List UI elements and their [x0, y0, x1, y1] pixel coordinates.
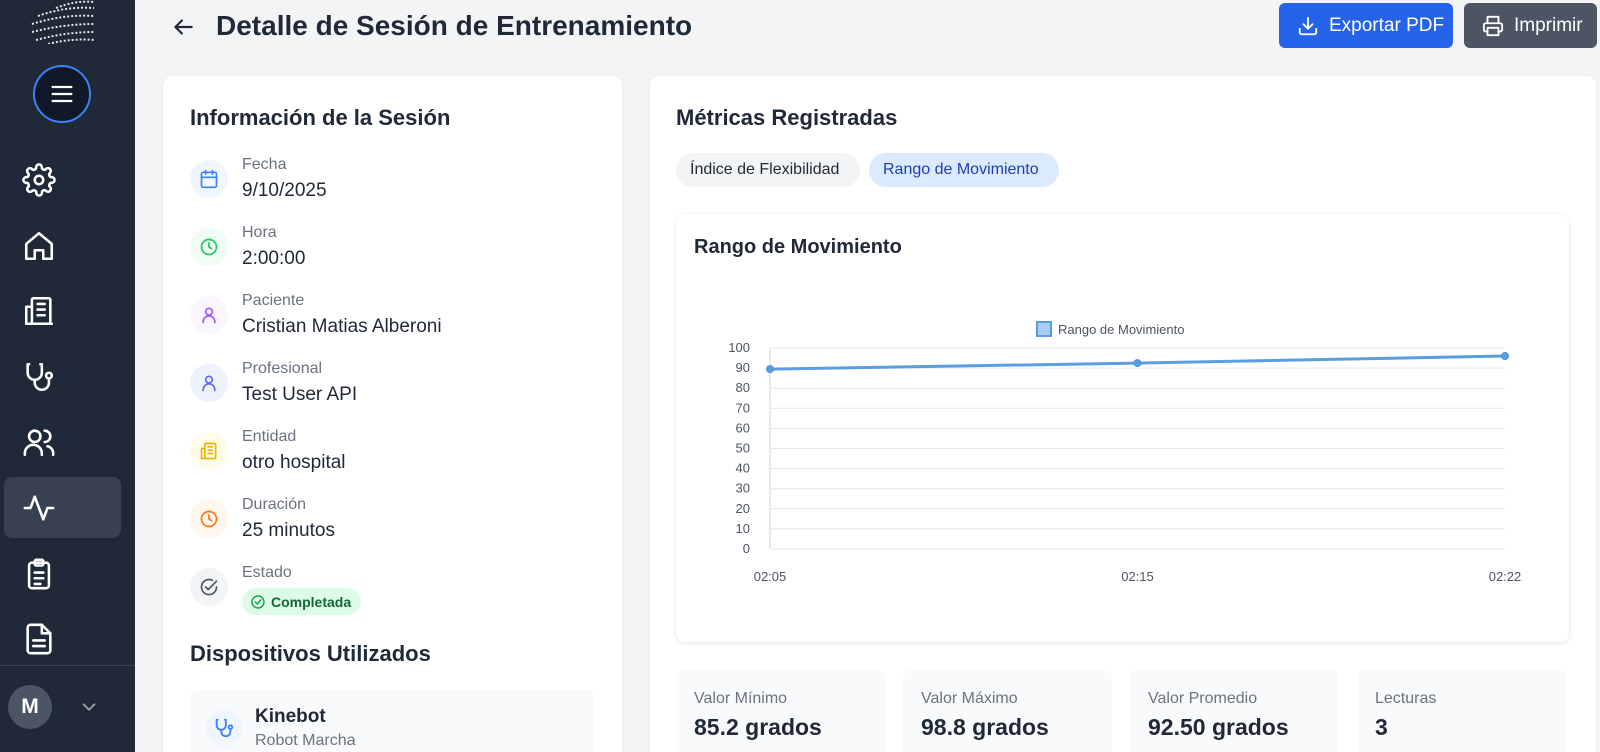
status-badge-label: Completada: [271, 593, 352, 610]
print-button[interactable]: Imprimir: [1464, 3, 1597, 48]
stat-label: Valor Promedio: [1148, 690, 1258, 707]
y-tick-label: 50: [736, 441, 750, 456]
sidebar-item-medical[interactable]: [4, 346, 121, 407]
info-value: Cristian Matias Alberoni: [242, 316, 442, 337]
export-pdf-label: Exportar PDF: [1329, 14, 1445, 36]
info-label: Paciente: [242, 292, 305, 309]
stat-min: Valor Mínimo 85.2 grados: [676, 670, 885, 752]
y-tick-label: 0: [743, 541, 750, 556]
page-title: Detalle de Sesión de Entrenamiento: [216, 10, 693, 41]
tab-range-of-motion[interactable]: Rango de Movimiento: [869, 153, 1059, 187]
clipboard-icon: [27, 558, 51, 589]
export-pdf-button[interactable]: Exportar PDF: [1279, 3, 1453, 48]
info-value: 25 minutos: [242, 520, 335, 541]
printer-icon: [1482, 15, 1504, 36]
info-value: Test User API: [242, 384, 358, 405]
x-tick-label: 02:05: [754, 569, 787, 584]
data-point: [1133, 359, 1142, 368]
stat-label: Valor Mínimo: [694, 690, 788, 707]
sidebar-item-tasks[interactable]: [4, 543, 121, 604]
stat-value: 3: [1375, 714, 1388, 740]
y-tick-label: 70: [736, 400, 750, 415]
y-tick-label: 40: [736, 461, 750, 476]
device-item: Kinebot Robot Marcha: [190, 690, 595, 752]
info-label: Entidad: [242, 428, 297, 445]
info-value: 2:00:00: [242, 248, 306, 269]
devices-title: Dispositivos Utilizados: [190, 641, 431, 666]
sidebar: M: [0, 0, 135, 752]
chevron-down-icon[interactable]: [78, 696, 100, 718]
sidebar-divider: [0, 665, 135, 666]
info-value: otro hospital: [242, 452, 346, 473]
users-icon: [23, 428, 55, 456]
metrics-title: Métricas Registradas: [676, 105, 898, 130]
legend-label: Rango de Movimiento: [1058, 322, 1184, 337]
y-tick-label: 90: [736, 360, 750, 375]
gear-icon: [22, 162, 56, 197]
y-tick-label: 100: [728, 340, 750, 355]
x-tick-label: 02:22: [1489, 569, 1522, 584]
stat-readings: Lecturas 3: [1357, 670, 1566, 752]
sidebar-item-buildings[interactable]: [4, 280, 121, 341]
line-chart: 0 10 20 30 40 50 60 70 80 90 100 02:05 02:15 02:22 Ran…: [728, 321, 1522, 584]
data-point: [1501, 352, 1509, 361]
stat-average: Valor Promedio 92.50 grados: [1130, 670, 1339, 752]
stethoscope-icon: [26, 362, 54, 391]
sidebar-item-documents[interactable]: [4, 608, 121, 669]
data-point: [766, 365, 774, 374]
stat-value: 98.8 grados: [921, 714, 1049, 740]
sidebar-item-activity[interactable]: [4, 477, 121, 538]
y-tick-label: 60: [736, 420, 750, 435]
home-icon: [24, 231, 54, 260]
back-arrow-icon[interactable]: [170, 14, 196, 40]
clock-icon: [190, 228, 228, 266]
info-label: Estado: [242, 564, 292, 581]
y-tick-label: 20: [736, 501, 750, 516]
avatar[interactable]: M: [8, 685, 52, 729]
metrics-card: Métricas Registradas Índice de Flexibili…: [650, 76, 1596, 752]
calendar-icon: [190, 160, 228, 198]
legend-swatch: [1036, 321, 1052, 337]
stat-label: Valor Máximo: [921, 690, 1018, 707]
building-icon: [190, 432, 228, 470]
x-tick-label: 02:15: [1121, 569, 1154, 584]
y-tick-label: 80: [736, 380, 750, 395]
status-badge: Completada: [242, 588, 362, 615]
stat-value: 85.2 grados: [694, 714, 822, 740]
stat-label: Lecturas: [1375, 690, 1437, 707]
user-icon: [190, 364, 228, 402]
session-info-card: Información de la Sesión Fecha 9/10/2025…: [163, 76, 622, 752]
info-label: Duración: [242, 496, 307, 513]
clock-icon: [190, 500, 228, 538]
y-tick-label: 30: [736, 481, 750, 496]
hamburger-icon: [51, 85, 73, 103]
device-type: Robot Marcha: [255, 732, 356, 749]
check-circle-icon: [190, 568, 228, 606]
sidebar-item-settings[interactable]: [4, 149, 121, 210]
y-tick-label: 10: [736, 521, 750, 536]
menu-toggle-button[interactable]: [33, 65, 91, 123]
document-icon: [26, 623, 52, 654]
session-info-title: Información de la Sesión: [190, 105, 451, 130]
user-icon: [190, 296, 228, 334]
info-label: Profesional: [242, 360, 323, 377]
chart-card: Rango de Movimiento 0 10 20 30 40 50 60 70 80 90 1…: [676, 214, 1569, 642]
download-icon: [1298, 16, 1318, 35]
info-value: 9/10/2025: [242, 180, 327, 201]
logo: [31, 0, 95, 44]
sidebar-item-home[interactable]: [4, 215, 121, 276]
info-label: Fecha: [242, 156, 287, 173]
tab-flexibility-index[interactable]: Índice de Flexibilidad: [676, 153, 860, 187]
check-circle-icon: [251, 594, 265, 609]
info-label: Hora: [242, 224, 277, 241]
stat-max: Valor Máximo 98.8 grados: [903, 670, 1112, 752]
device-name: Kinebot: [255, 706, 326, 727]
stat-value: 92.50 grados: [1148, 714, 1289, 740]
activity-icon: [23, 494, 55, 521]
print-label: Imprimir: [1514, 14, 1583, 36]
building-icon: [24, 296, 54, 325]
sidebar-item-users[interactable]: [4, 411, 121, 472]
stethoscope-icon: [206, 710, 242, 746]
